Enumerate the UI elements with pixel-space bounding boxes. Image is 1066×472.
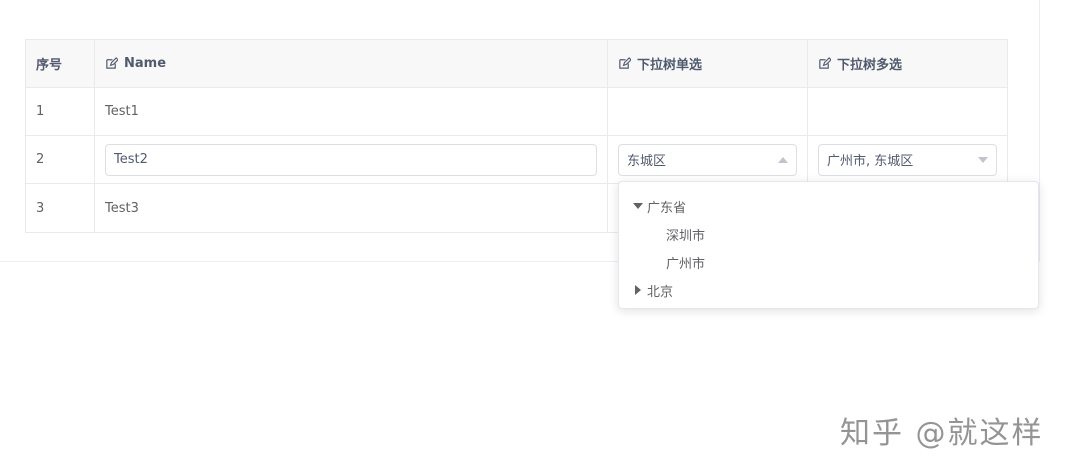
cell-index: 1 xyxy=(26,88,95,135)
tree-node-label: 广州市 xyxy=(666,256,706,272)
cell-index: 3 xyxy=(26,184,95,232)
tree-select-single[interactable]: 东城区 xyxy=(618,143,797,176)
cell-single[interactable] xyxy=(608,88,808,135)
header-multi-label: 下拉树多选 xyxy=(837,58,903,73)
cell-name: Test2 xyxy=(95,136,608,183)
edit-icon xyxy=(619,57,631,69)
tree-node-label: 深圳市 xyxy=(666,228,706,244)
tree-node-beijing[interactable]: 北京 xyxy=(619,276,1038,304)
tree-node-label: 北京 xyxy=(647,284,674,300)
edit-icon xyxy=(819,57,831,69)
tree-select-multi[interactable]: 广州市, 东城区 xyxy=(818,143,997,176)
chevron-up-icon xyxy=(778,156,788,163)
header-multi: 下拉树多选 xyxy=(808,40,1007,87)
panel-right-edge xyxy=(1039,0,1040,262)
header-index: 序号 xyxy=(26,40,95,87)
caret-down-icon[interactable] xyxy=(633,201,643,211)
index-value: 3 xyxy=(36,200,45,216)
table-header-row: 序号 Name 下拉树单选 下拉树多选 xyxy=(26,40,1007,88)
cell-multi[interactable] xyxy=(808,88,1007,135)
cell-multi: 广州市, 东城区 xyxy=(808,136,1007,183)
index-value: 2 xyxy=(36,152,45,167)
caret-right-icon[interactable] xyxy=(633,285,643,295)
tree-select-multi-value: 广州市, 东城区 xyxy=(827,154,914,169)
table-row[interactable]: 1 Test1 xyxy=(26,88,1007,136)
chevron-down-icon xyxy=(978,156,988,163)
header-single-label: 下拉树单选 xyxy=(637,58,703,73)
tree-node-label: 广东省 xyxy=(647,200,687,216)
cell-index: 2 xyxy=(26,136,95,183)
tree-node-shenzhen[interactable]: 深圳市 xyxy=(619,220,1038,248)
index-value: 1 xyxy=(36,104,45,119)
cell-single: 东城区 xyxy=(608,136,808,183)
name-value: Test3 xyxy=(105,200,139,216)
name-input[interactable]: Test2 xyxy=(105,143,597,176)
cell-name[interactable]: Test1 xyxy=(95,88,608,135)
tree-select-single-value: 东城区 xyxy=(627,154,667,169)
tree-dropdown: 广东省 深圳市 广州市 北京 xyxy=(618,181,1039,309)
header-index-label: 序号 xyxy=(36,58,63,73)
name-value: Test1 xyxy=(105,104,139,119)
header-single: 下拉树单选 xyxy=(608,40,808,87)
name-input-value: Test2 xyxy=(114,152,148,167)
tree-node-guangdong[interactable]: 广东省 xyxy=(619,192,1038,220)
cell-name[interactable]: Test3 xyxy=(95,184,608,232)
watermark: 知乎 @就这样 xyxy=(840,416,1044,451)
table-row[interactable]: 2 Test2 东城区 广州市, 东城区 xyxy=(26,136,1007,184)
tree-node-guangzhou[interactable]: 广州市 xyxy=(619,248,1038,276)
edit-icon xyxy=(106,57,118,69)
header-name-label: Name xyxy=(124,56,167,71)
header-name: Name xyxy=(95,40,608,87)
